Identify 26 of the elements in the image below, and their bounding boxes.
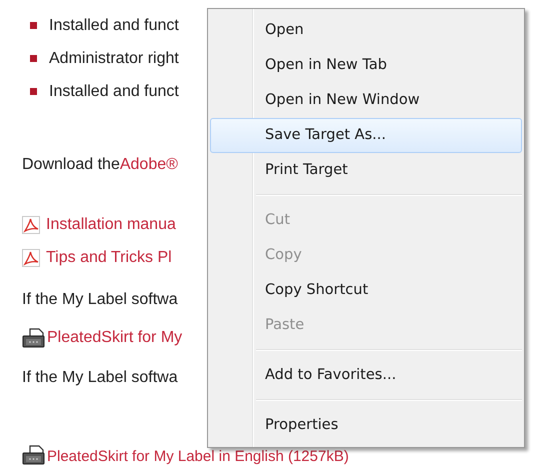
pdf-icon bbox=[22, 248, 40, 266]
pdf-link[interactable]: Tips and Tricks Pl bbox=[46, 248, 172, 266]
list-item-text: Administrator right bbox=[49, 50, 179, 68]
printer-icon bbox=[22, 445, 46, 465]
menu-item[interactable]: Save Target As... bbox=[210, 118, 522, 153]
printer-icon bbox=[22, 328, 46, 348]
menu-item[interactable]: Open in New Window bbox=[210, 83, 522, 118]
bullet-icon bbox=[30, 55, 37, 62]
bullet-icon bbox=[30, 88, 37, 95]
download-link[interactable]: PleatedSkirt for My Label in English (1257kB) bbox=[47, 448, 349, 465]
menu-item[interactable]: Copy Shortcut bbox=[210, 273, 522, 308]
info-text: If the My Label softwa bbox=[22, 368, 178, 386]
info-text: If the My Label softwa bbox=[22, 290, 178, 308]
download-link[interactable]: PleatedSkirt for My bbox=[47, 328, 182, 346]
list-item-text: Installed and funct bbox=[49, 82, 179, 100]
list-item-text: Installed and funct bbox=[49, 16, 179, 34]
bullet-icon bbox=[30, 22, 37, 29]
menu-item[interactable]: Properties bbox=[210, 408, 522, 443]
menu-item[interactable]: Open bbox=[210, 13, 522, 48]
menu-item[interactable]: Open in New Tab bbox=[210, 48, 522, 83]
adobe-link[interactable]: Adobe® bbox=[120, 156, 178, 174]
download-text: Download the bbox=[22, 156, 120, 174]
pdf-icon bbox=[22, 216, 40, 234]
menu-item[interactable]: Add to Favorites... bbox=[210, 358, 522, 393]
pdf-link[interactable]: Installation manua bbox=[46, 216, 176, 234]
menu-item[interactable]: Print Target bbox=[210, 153, 522, 188]
